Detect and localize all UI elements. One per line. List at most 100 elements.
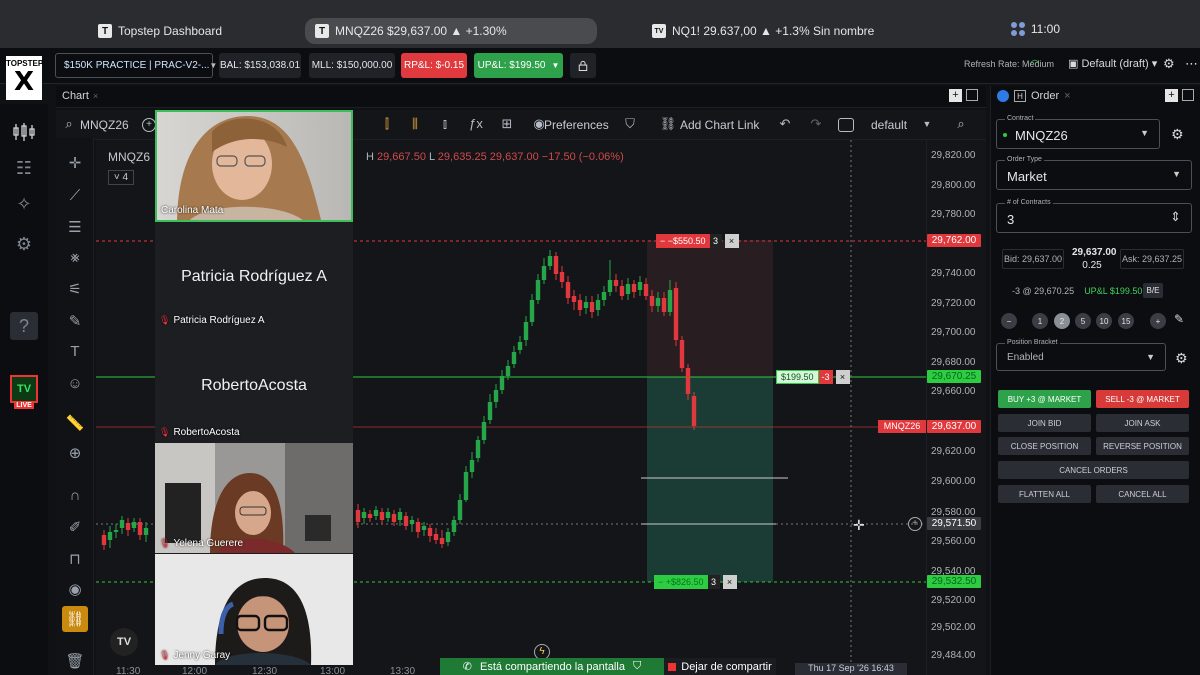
topstep-logo[interactable]: TOPSTEP X (6, 56, 43, 100)
chart-candles-icon[interactable] (10, 118, 38, 146)
settings-icon[interactable]: ⚙ (10, 230, 38, 258)
maximize-icon[interactable] (1182, 89, 1194, 101)
stop-sharing-button[interactable]: Dejar de compartir (664, 658, 776, 675)
fib-icon[interactable]: ⚟ (64, 278, 86, 300)
lock-button[interactable] (570, 53, 596, 78)
redo-icon[interactable]: ↷ (807, 116, 825, 134)
position-bracket-select[interactable]: Position Bracket Enabled ▼ (996, 339, 1166, 371)
template-selector[interactable]: default (871, 118, 907, 132)
take-profit-bracket[interactable]: − +$826.50 3 × (654, 575, 737, 589)
chevron-down-icon[interactable] (438, 118, 456, 136)
draw-lock-icon[interactable]: ✐ (64, 516, 86, 538)
position-bracket[interactable]: $199.50 -3 × (776, 370, 850, 384)
account-selector[interactable]: $150K PRACTICE | PRAC-V2-... ▼ (55, 53, 217, 78)
cancel-all-button[interactable]: CANCEL ALL (1096, 485, 1189, 503)
qty-decrement-button[interactable]: − (1001, 313, 1017, 329)
unrealized-pnl-badge[interactable]: UP&L: $199.50 ▼ (474, 53, 563, 78)
pattern-icon[interactable]: ⨳ (64, 246, 86, 268)
participant-tile-patricia[interactable]: Patricia Rodríguez A 🎙 Patricia Rodríguez… (155, 224, 353, 330)
preferences-button[interactable]: Preferences (544, 118, 609, 132)
chart-link-icon[interactable]: ⛓ (62, 606, 88, 632)
add-chart-link-button[interactable]: Add Chart Link (680, 118, 759, 132)
join-ask-button[interactable]: JOIN ASK (1096, 414, 1189, 432)
breakeven-button[interactable]: B/E (1143, 283, 1163, 298)
qty-preset-15[interactable]: 15 (1118, 313, 1134, 329)
buy-market-button[interactable]: BUY +3 @ MARKET (998, 390, 1091, 408)
trend-line-icon[interactable]: ⟋ (64, 184, 86, 206)
close-icon[interactable]: × (93, 91, 98, 101)
participant-tile-jenny[interactable]: 🎙 Jenny Garay (155, 554, 353, 665)
qty-preset-2[interactable]: 2 (1054, 313, 1070, 329)
qty-preset-10[interactable]: 10 (1096, 313, 1112, 329)
brush-icon[interactable]: ✎ (64, 310, 86, 332)
price-axis[interactable]: 29,762.00 29,670.25 29,637.00 29,571.50 … (926, 140, 986, 675)
eye-icon[interactable]: ◉ (64, 578, 86, 600)
indicators-icon[interactable]: ƒx (467, 116, 485, 134)
qty-preset-1[interactable]: 1 (1032, 313, 1048, 329)
add-alert-icon[interactable]: + (908, 517, 922, 531)
order-type-select[interactable]: Order Type Market ▼ (996, 156, 1192, 190)
undo-icon[interactable]: ↶ (776, 116, 794, 134)
analytics-icon[interactable]: ✧ (10, 190, 38, 218)
contract-select[interactable]: Contract MNQZ26 ▼ (996, 115, 1160, 149)
add-panel-icon[interactable]: + (1165, 89, 1178, 102)
add-panel-icon[interactable]: + (949, 89, 962, 102)
zoom-icon[interactable]: ⌕ (952, 116, 970, 134)
snapshot-icon[interactable] (838, 118, 854, 132)
stepper-arrows-icon[interactable]: ⇕ (1170, 209, 1181, 225)
stop-loss-bracket[interactable]: − −$550.50 3 × (656, 234, 739, 248)
trash-icon[interactable]: 🗑 (64, 650, 86, 672)
ruler-icon[interactable]: 📏 (64, 412, 86, 434)
add-symbol-icon[interactable]: + (142, 118, 156, 132)
edit-pencil-icon[interactable]: ✎ (1174, 312, 1184, 326)
layout-grid-icon[interactable]: ⊞ (498, 116, 516, 134)
tradingview-logo[interactable]: TV (110, 628, 138, 656)
community-icon[interactable]: ☷ (10, 154, 38, 182)
sell-market-button[interactable]: SELL -3 @ MARKET (1096, 390, 1189, 408)
chevron-down-icon[interactable]: ▼ (918, 119, 936, 137)
participant-tile-roberto[interactable]: RobertoAcosta 🎙 RobertoAcosta (155, 332, 353, 442)
account-menu-icon[interactable]: ⋯ (1185, 56, 1198, 72)
unlock-icon[interactable]: ⊓ (64, 548, 86, 570)
bid-price-button[interactable]: Bid: 29,637.00 (1002, 249, 1064, 269)
tab-chart[interactable]: Chart × (62, 90, 98, 102)
participant-tile-carolina[interactable]: Carolina Mata (155, 110, 353, 222)
participant-tile-yelena[interactable]: 🎙 Yelena Guerere (155, 443, 353, 553)
interval-badge[interactable]: ˅ 4 (108, 170, 134, 185)
tradingview-live-button[interactable]: TV LIVE (10, 375, 38, 409)
close-icon[interactable]: × (722, 575, 737, 589)
maximize-icon[interactable] (966, 89, 978, 101)
crosshair-icon[interactable]: ✛ (64, 152, 86, 174)
close-icon[interactable]: × (835, 370, 850, 384)
help-icon[interactable]: ? (10, 312, 38, 340)
bar-style-icon[interactable]: ⫿ (378, 116, 396, 134)
ask-price-button[interactable]: Ask: 29,637.25 (1120, 249, 1184, 269)
emoji-icon[interactable]: ☺ (64, 372, 86, 394)
horizontal-lines-icon[interactable]: ☰ (64, 216, 86, 238)
contracts-stepper[interactable]: # of Contracts 3 ⇕ (996, 199, 1192, 233)
close-icon[interactable]: × (724, 234, 739, 248)
symbol-search-input[interactable]: MNQZ26 (80, 118, 129, 132)
browser-tab-tradingview[interactable]: TV NQ1! 29.637,00 ▲ +1.3% Sin nombre (642, 18, 884, 44)
text-tool-icon[interactable]: T (64, 340, 86, 362)
reverse-position-button[interactable]: REVERSE POSITION (1096, 437, 1189, 455)
close-icon[interactable]: × (1064, 90, 1070, 102)
join-bid-button[interactable]: JOIN BID (998, 414, 1091, 432)
flatten-all-button[interactable]: FLATTEN ALL (998, 485, 1091, 503)
browser-tab-mnqz26[interactable]: T MNQZ26 $29,637.00 ▲ +1.30% (305, 18, 597, 44)
tab-order[interactable]: H Order × (997, 90, 1071, 102)
magnet-icon[interactable]: ∩ (64, 484, 86, 506)
cancel-orders-button[interactable]: CANCEL ORDERS (998, 461, 1189, 479)
zoom-in-icon[interactable]: ⊕ (64, 442, 86, 464)
qty-increment-button[interactable]: + (1150, 313, 1166, 329)
candle-style-icon[interactable]: ⫼ (406, 116, 424, 134)
shield-icon[interactable]: ⛉ (621, 116, 639, 134)
bracket-settings-gear-icon[interactable]: ⚙ (1175, 350, 1188, 367)
browser-tab-topstep-dashboard[interactable]: T Topstep Dashboard (88, 18, 232, 44)
qty-preset-5[interactable]: 5 (1075, 313, 1091, 329)
contract-settings-gear-icon[interactable]: ⚙ (1171, 126, 1184, 143)
layout-selector[interactable]: ▣ Default (draft) ▾ (1068, 57, 1157, 70)
price-axis-label: 29,540.00 (931, 566, 976, 577)
close-position-button[interactable]: CLOSE POSITION (998, 437, 1091, 455)
settings-gear-icon[interactable]: ⚙ (1163, 56, 1175, 72)
